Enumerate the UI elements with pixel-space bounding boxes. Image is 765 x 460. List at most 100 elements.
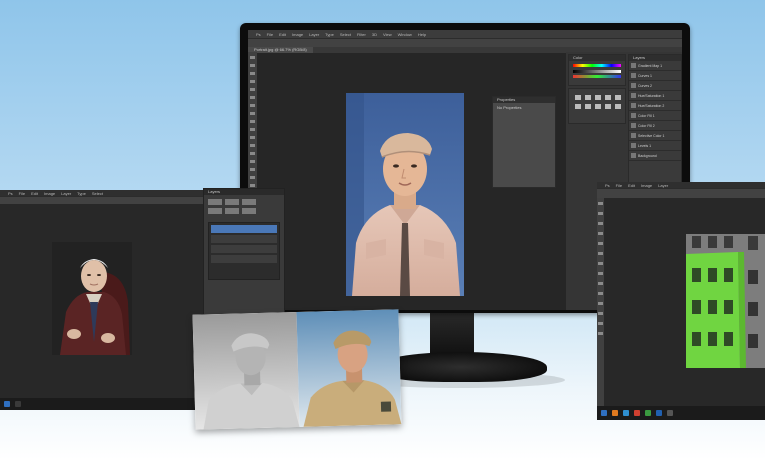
gradient-tool-icon[interactable] <box>250 144 255 147</box>
path-select-icon[interactable] <box>250 184 255 187</box>
menu-item[interactable]: View <box>383 32 392 37</box>
tool-icon[interactable] <box>598 212 603 215</box>
tool-icon[interactable] <box>598 252 603 255</box>
tool-preset-icon[interactable] <box>208 208 222 214</box>
tool-icon[interactable] <box>598 232 603 235</box>
menu-item[interactable]: File <box>19 191 25 196</box>
pen-tool-icon[interactable] <box>250 168 255 171</box>
menu-item[interactable]: File <box>267 32 273 37</box>
eye-icon[interactable] <box>631 83 636 88</box>
menu-item[interactable]: Ps <box>605 183 610 188</box>
tool-icon[interactable] <box>598 322 603 325</box>
adjustment-icon[interactable] <box>575 104 581 109</box>
eraser-tool-icon[interactable] <box>250 136 255 139</box>
menu-item[interactable]: Filter <box>357 32 366 37</box>
layer-row[interactable]: Curves 2 <box>629 81 681 91</box>
adjustment-icon[interactable] <box>595 95 601 100</box>
menu-item[interactable]: Edit <box>31 191 38 196</box>
selected-layer-row[interactable] <box>211 225 277 233</box>
tool-icon[interactable] <box>598 292 603 295</box>
layer-row[interactable]: Color Fill 1 <box>629 111 681 121</box>
hue-slider[interactable] <box>573 64 621 67</box>
type-tool-icon[interactable] <box>250 176 255 179</box>
dodge-tool-icon[interactable] <box>250 160 255 163</box>
blur-tool-icon[interactable] <box>250 152 255 155</box>
taskbar-app-icon[interactable] <box>623 410 629 416</box>
adjustment-icon[interactable] <box>605 95 611 100</box>
menu-item[interactable]: 3D <box>372 32 377 37</box>
crop-tool-icon[interactable] <box>250 88 255 91</box>
menu-item[interactable]: Image <box>44 191 55 196</box>
tool-icon[interactable] <box>598 242 603 245</box>
stamp-tool-icon[interactable] <box>250 120 255 123</box>
layer-row[interactable]: Levels 1 <box>629 141 681 151</box>
tool-icon[interactable] <box>598 302 603 305</box>
taskbar-app-icon[interactable] <box>667 410 673 416</box>
menu-item[interactable]: Type <box>325 32 334 37</box>
menu-item[interactable]: Ps <box>8 191 13 196</box>
tool-icon[interactable] <box>598 282 603 285</box>
eye-icon[interactable] <box>631 113 636 118</box>
tool-icon[interactable] <box>598 312 603 315</box>
layer-row[interactable]: Hue/Saturation 2 <box>629 101 681 111</box>
eye-icon[interactable] <box>631 73 636 78</box>
menu-item[interactable]: Ps <box>256 32 261 37</box>
adjustment-icon[interactable] <box>615 104 621 109</box>
layer-row[interactable]: Curves 1 <box>629 71 681 81</box>
history-brush-icon[interactable] <box>250 128 255 131</box>
taskbar-app-icon[interactable] <box>612 410 618 416</box>
adjustment-icon[interactable] <box>575 95 581 100</box>
adjustment-icon[interactable] <box>605 104 611 109</box>
eye-icon[interactable] <box>631 103 636 108</box>
layer-row[interactable]: Background <box>629 151 681 161</box>
menu-item[interactable]: Image <box>292 32 303 37</box>
move-tool-icon[interactable] <box>250 56 255 59</box>
saturation-slider[interactable] <box>573 75 621 78</box>
eye-icon[interactable] <box>631 93 636 98</box>
layer-row[interactable]: Selective Color 1 <box>629 131 681 141</box>
taskbar-app-icon[interactable] <box>634 410 640 416</box>
menu-item[interactable]: Window <box>398 32 412 37</box>
layer-row[interactable] <box>211 255 277 263</box>
menu-item[interactable]: Layer <box>658 183 668 188</box>
tool-icon[interactable] <box>598 202 603 205</box>
menu-item[interactable]: Edit <box>279 32 286 37</box>
start-icon[interactable] <box>4 401 10 407</box>
lasso-tool-icon[interactable] <box>250 72 255 75</box>
tool-icon[interactable] <box>598 272 603 275</box>
adjustment-icon[interactable] <box>585 95 591 100</box>
eyedropper-tool-icon[interactable] <box>250 96 255 99</box>
tool-icon[interactable] <box>598 332 603 335</box>
brush-tool-icon[interactable] <box>250 112 255 115</box>
tool-preset-icon[interactable] <box>225 199 239 205</box>
eye-icon[interactable] <box>631 123 636 128</box>
menu-item[interactable]: Type <box>77 191 86 196</box>
menu-item[interactable]: Select <box>340 32 351 37</box>
layers-list[interactable] <box>208 222 280 280</box>
taskbar-app-icon[interactable] <box>656 410 662 416</box>
adjustment-icon[interactable] <box>615 95 621 100</box>
eye-icon[interactable] <box>631 133 636 138</box>
brightness-slider[interactable] <box>573 70 621 73</box>
menu-item[interactable]: Layer <box>61 191 71 196</box>
layer-row[interactable]: Hue/Saturation 1 <box>629 91 681 101</box>
start-icon[interactable] <box>601 410 607 416</box>
menu-item[interactable]: Select <box>92 191 103 196</box>
tool-preset-icon[interactable] <box>242 208 256 214</box>
eye-icon[interactable] <box>631 143 636 148</box>
wand-tool-icon[interactable] <box>250 80 255 83</box>
layer-row[interactable]: Color Fill 2 <box>629 121 681 131</box>
taskbar-app-icon[interactable] <box>15 401 21 407</box>
tool-icon[interactable] <box>598 222 603 225</box>
adjustment-icon[interactable] <box>585 104 591 109</box>
tool-icon[interactable] <box>598 262 603 265</box>
adjustment-icon[interactable] <box>595 104 601 109</box>
layer-row[interactable]: Gradient Map 1 <box>629 61 681 71</box>
marquee-tool-icon[interactable] <box>250 64 255 67</box>
document-tab[interactable]: Portrait.jpg @ 66.7% (RGB/8) <box>248 47 313 53</box>
layer-row[interactable] <box>211 235 277 243</box>
tool-preset-icon[interactable] <box>242 199 256 205</box>
eye-icon[interactable] <box>631 63 636 68</box>
tool-preset-icon[interactable] <box>208 199 222 205</box>
menu-item[interactable]: Image <box>641 183 652 188</box>
